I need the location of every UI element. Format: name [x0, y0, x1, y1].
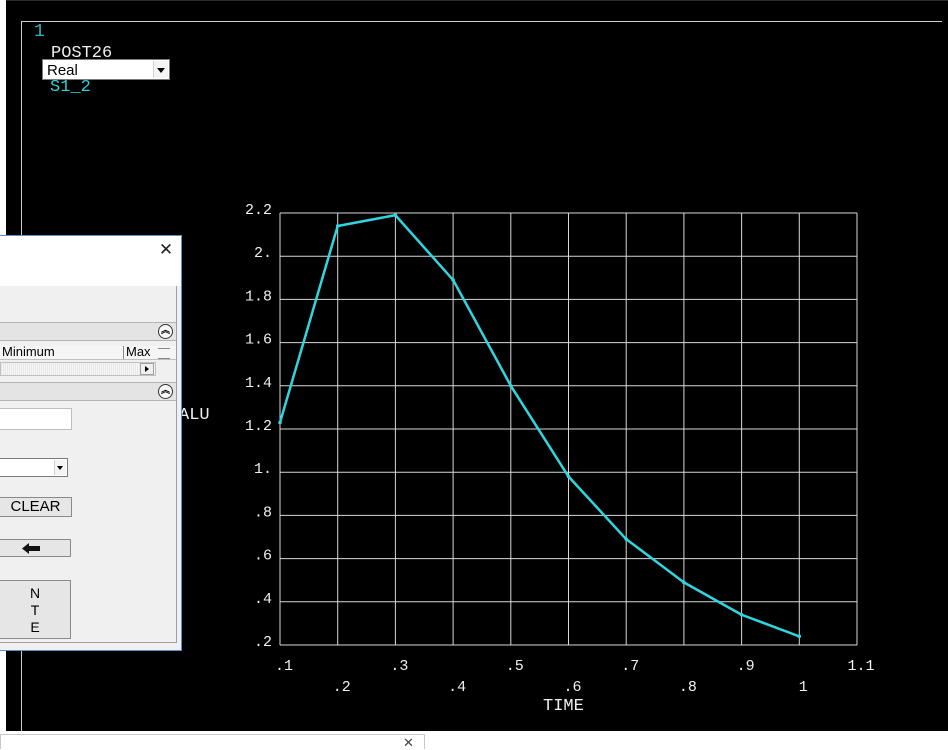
data-point — [393, 213, 398, 217]
y-tick-label: .6 — [254, 548, 272, 565]
x-tick-label: .9 — [737, 658, 755, 675]
x-tick-label: .6 — [563, 679, 581, 696]
data-point — [451, 278, 455, 282]
section-bar-variables[interactable]: ︽ — [0, 322, 176, 341]
scroll-right-icon[interactable] — [140, 363, 154, 375]
y-tick-label: 1.2 — [245, 418, 272, 435]
dialog-titlebar[interactable] — [0, 236, 181, 286]
y-tick-label: 1.4 — [245, 375, 272, 392]
bottom-panel — [0, 734, 425, 749]
x-tick-label: 1.1 — [847, 658, 874, 675]
collapse-icon[interactable]: ︽ — [158, 384, 173, 399]
section-bar-calculator[interactable]: ︽ — [0, 382, 176, 401]
dialog-close-icon[interactable]: ✕ — [158, 240, 174, 260]
horizontal-scrollbar[interactable] — [0, 362, 156, 376]
y-tick-label: 2.2 — [245, 202, 272, 219]
y-tick-label: 1. — [254, 461, 272, 478]
nte-line: T — [30, 602, 40, 618]
bottom-panel-close-icon[interactable]: ✕ — [403, 736, 414, 749]
type-select-value: Real — [47, 62, 78, 79]
clear-button[interactable]: CLEAR — [0, 497, 72, 517]
y-tick-label: 2. — [254, 245, 272, 262]
x-tick-label: .8 — [679, 679, 697, 696]
data-point — [624, 537, 628, 541]
series-line — [278, 213, 800, 638]
data-point — [739, 612, 744, 617]
type-select[interactable]: Real — [42, 59, 170, 80]
x-tick-label: .7 — [621, 658, 639, 675]
column-grip-icon[interactable] — [158, 348, 170, 359]
column-header-minimum[interactable]: Minimum — [2, 346, 55, 359]
data-point — [566, 474, 571, 479]
data-point — [335, 224, 340, 228]
nte-button[interactable]: N T E — [0, 580, 71, 639]
collapse-icon[interactable]: ︽ — [158, 324, 173, 339]
x-tick-label: .4 — [448, 679, 466, 696]
nte-line: E — [30, 619, 40, 635]
data-point — [682, 580, 686, 585]
column-header-max[interactable]: Max — [126, 346, 151, 359]
x-tick-label: 1 — [799, 679, 808, 696]
x-tick-label: .3 — [390, 658, 408, 675]
chevron-down-icon[interactable] — [54, 460, 66, 475]
backspace-button[interactable] — [0, 539, 71, 557]
value-input[interactable] — [0, 408, 72, 430]
column-divider[interactable] — [123, 346, 124, 359]
y-tick-label: .8 — [254, 504, 272, 521]
list-header: Minimum Max — [0, 346, 176, 360]
y-tick-label: .4 — [254, 591, 272, 608]
data-point — [797, 634, 802, 639]
data-point — [509, 384, 513, 388]
arrow-left-icon — [22, 543, 40, 554]
x-tick-label: .2 — [333, 679, 351, 696]
chevron-down-icon[interactable] — [153, 61, 168, 78]
y-tick-label: .2 — [254, 634, 272, 651]
y-tick-label: 1.8 — [245, 288, 272, 305]
function-select[interactable] — [0, 458, 68, 477]
data-point — [278, 420, 282, 425]
x-tick-label: .5 — [506, 658, 524, 675]
x-tick-label: .1 — [275, 658, 293, 675]
nte-line: N — [29, 585, 41, 601]
y-tick-label: 1.6 — [245, 332, 272, 349]
